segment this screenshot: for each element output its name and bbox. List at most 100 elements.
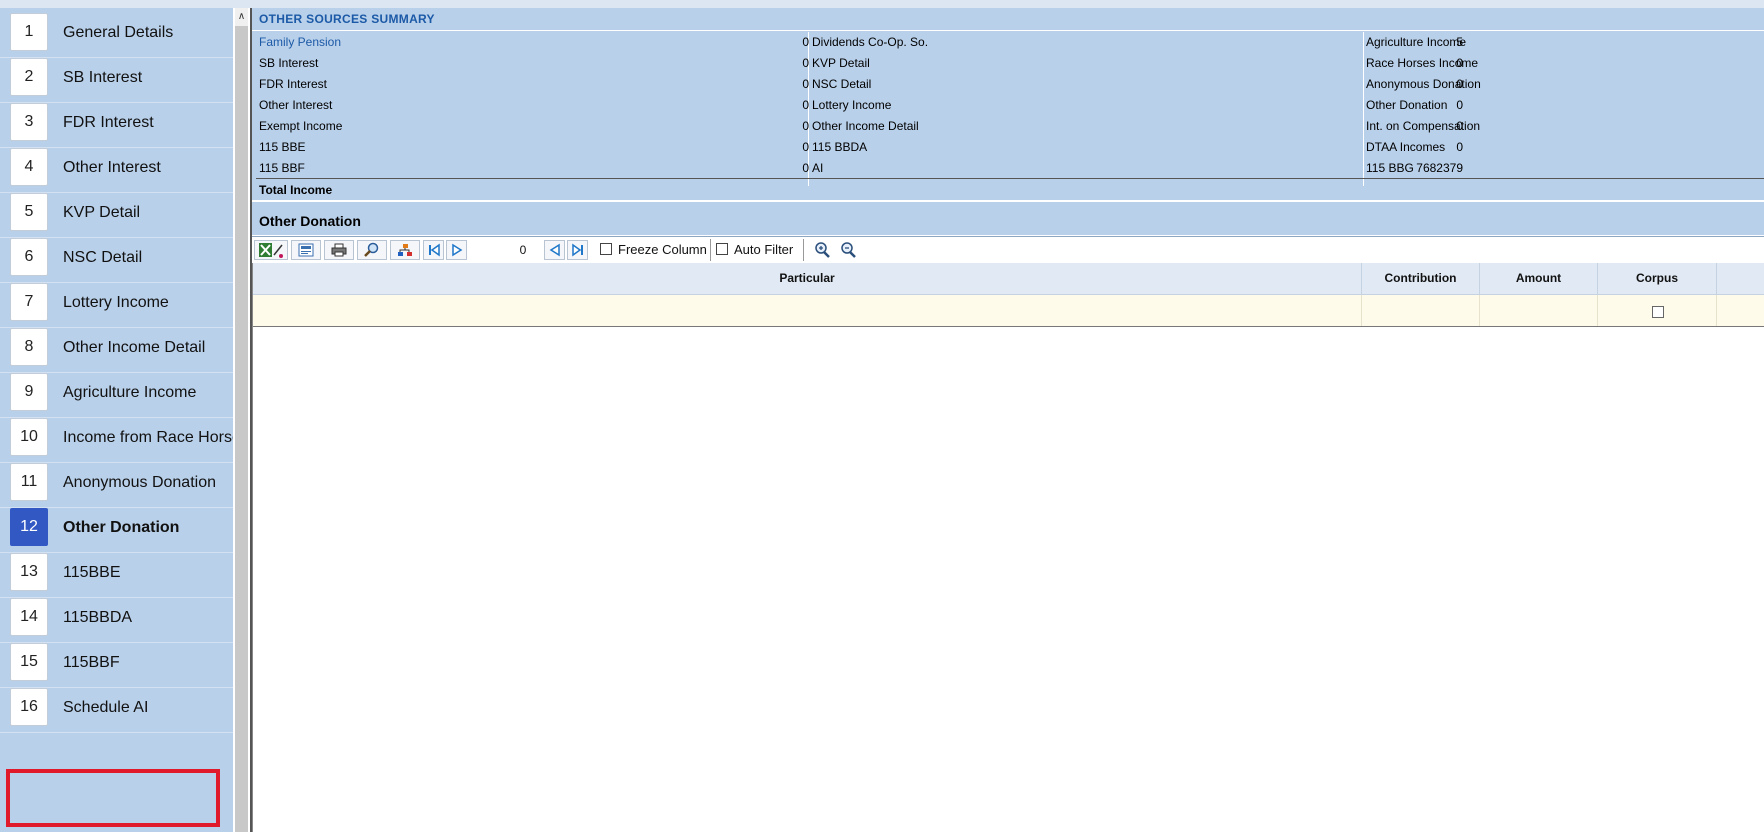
zoom-out-icon[interactable] xyxy=(837,240,859,260)
grid-header: Particular Contribution Amount Corpus xyxy=(253,263,1764,295)
cell-contribution[interactable] xyxy=(1362,295,1480,326)
scroll-up-icon[interactable]: ∧ xyxy=(235,8,248,26)
sidebar-item-number: 2 xyxy=(10,58,48,96)
sidebar-item-label: 115BBDA xyxy=(63,609,133,626)
sidebar: 1 General Details 2 SB Interest 3 FDR In… xyxy=(0,8,233,832)
donation-grid: Particular Contribution Amount Corpus xyxy=(252,263,1764,832)
sidebar-item-general-details[interactable]: 1 General Details xyxy=(0,8,233,58)
freeze-column-checkbox[interactable]: Freeze Column xyxy=(600,237,707,263)
divider xyxy=(256,178,1764,179)
sidebar-item-label: Other Interest xyxy=(63,159,161,176)
sidebar-item-number: 4 xyxy=(10,148,48,186)
sidebar-item-label: KVP Detail xyxy=(63,204,141,221)
summary-label: KVP Detail xyxy=(812,56,870,70)
toolbar-separator xyxy=(803,239,804,261)
first-record-icon[interactable] xyxy=(423,240,444,260)
summary-label: Other Interest xyxy=(259,98,333,112)
sidebar-item-label: Other Income Detail xyxy=(63,339,206,356)
xml-export-icon[interactable] xyxy=(291,240,321,260)
sidebar-item-number: 9 xyxy=(10,373,48,411)
summary-label: Int. on Compensation xyxy=(1366,119,1481,133)
summary-value: 0 xyxy=(802,35,809,49)
column-header-particular[interactable]: Particular xyxy=(253,263,1362,294)
sidebar-item-kvp-detail[interactable]: 5 KVP Detail xyxy=(0,188,233,238)
summary-label: Other Donation xyxy=(1366,98,1448,112)
highlight-box xyxy=(6,769,220,827)
sidebar-item-number: 5 xyxy=(10,193,48,231)
sidebar-item-number: 8 xyxy=(10,328,48,366)
summary-value: 0 xyxy=(802,140,809,154)
column-header-contribution[interactable]: Contribution xyxy=(1362,263,1480,294)
hierarchy-icon[interactable] xyxy=(390,240,420,260)
next-record-icon[interactable] xyxy=(446,240,467,260)
sidebar-item-other-interest[interactable]: 4 Other Interest xyxy=(0,143,233,193)
sidebar-item-fdr-interest[interactable]: 3 FDR Interest xyxy=(0,98,233,148)
sidebar-item-agriculture-income[interactable]: 9 Agriculture Income xyxy=(0,368,233,418)
table-row[interactable] xyxy=(253,295,1764,327)
cell-amount[interactable] xyxy=(1480,295,1598,326)
toolbar-separator xyxy=(710,239,711,261)
summary-label: FDR Interest xyxy=(259,77,328,91)
sidebar-item-number: 6 xyxy=(10,238,48,276)
other-sources-summary: OTHER SOURCES SUMMARY Family Pension 0 D… xyxy=(252,8,1764,201)
divider xyxy=(252,30,1764,31)
sidebar-item-label: SB Interest xyxy=(63,69,143,86)
sidebar-item-nsc-detail[interactable]: 6 NSC Detail xyxy=(0,233,233,283)
summary-value: 0 xyxy=(802,56,809,70)
auto-filter-checkbox[interactable]: Auto Filter xyxy=(716,237,793,263)
sidebar-item-schedule-ai[interactable]: 16 Schedule AI xyxy=(0,683,233,733)
sidebar-item-other-donation[interactable]: 12 Other Donation xyxy=(0,503,233,553)
excel-export-icon[interactable] xyxy=(254,240,288,260)
sidebar-item-number: 10 xyxy=(10,418,48,456)
total-income-label: Total Income xyxy=(259,183,333,197)
column-header-corpus[interactable]: Corpus xyxy=(1598,263,1717,294)
sidebar-item-number: 13 xyxy=(10,553,48,591)
print-icon[interactable] xyxy=(324,240,354,260)
window-top-strip xyxy=(0,0,1764,8)
find-icon[interactable] xyxy=(357,240,387,260)
summary-label: DTAA Incomes xyxy=(1366,140,1446,154)
sidebar-item-label: General Details xyxy=(63,24,174,41)
summary-label: SB Interest xyxy=(259,56,319,70)
sidebar-item-115bbe[interactable]: 13 115BBE xyxy=(0,548,233,598)
sidebar-item-115bbf[interactable]: 15 115BBF xyxy=(0,638,233,688)
sidebar-item-label: Agriculture Income xyxy=(63,384,197,401)
sidebar-item-label: Other Donation xyxy=(63,519,180,536)
sidebar-item-sb-interest[interactable]: 2 SB Interest xyxy=(0,53,233,103)
last-record-icon[interactable] xyxy=(567,240,588,260)
summary-label: 115 BBF xyxy=(259,161,305,175)
summary-value: 0 xyxy=(802,98,809,112)
summary-label: NSC Detail xyxy=(812,77,872,91)
sidebar-item-number: 14 xyxy=(10,598,48,636)
summary-label: 115 BBE xyxy=(259,140,306,154)
previous-record-icon[interactable] xyxy=(544,240,565,260)
summary-label: Anonymous Donation xyxy=(1366,77,1481,91)
summary-label: Other Income Detail xyxy=(812,119,919,133)
cell-particular[interactable] xyxy=(253,295,1362,326)
sidebar-item-other-income-detail[interactable]: 8 Other Income Detail xyxy=(0,323,233,373)
sidebar-item-number: 3 xyxy=(10,103,48,141)
checkbox-box xyxy=(716,243,728,255)
sidebar-item-label: Lottery Income xyxy=(63,294,169,311)
corpus-checkbox[interactable] xyxy=(1652,305,1664,318)
sidebar-item-race-horses[interactable]: 10 Income from Race Horses xyxy=(0,413,233,463)
sidebar-item-label: Schedule AI xyxy=(63,699,149,716)
sidebar-item-anonymous-donation[interactable]: 11 Anonymous Donation xyxy=(0,458,233,508)
sidebar-item-number: 12 xyxy=(10,508,48,546)
record-count: 0 xyxy=(519,243,527,257)
summary-title: OTHER SOURCES SUMMARY xyxy=(259,12,435,26)
sidebar-scrollbar[interactable]: ∧ xyxy=(235,8,248,832)
summary-label: 115 BBG xyxy=(1366,161,1414,175)
section-header: Other Donation xyxy=(252,202,1764,235)
summary-label: 115 BBDA xyxy=(812,140,868,154)
sidebar-item-lottery-income[interactable]: 7 Lottery Income xyxy=(0,278,233,328)
sidebar-item-number: 15 xyxy=(10,643,48,681)
summary-link-family-pension[interactable]: Family Pension xyxy=(259,32,341,53)
column-header-amount[interactable]: Amount xyxy=(1480,263,1598,294)
zoom-in-icon[interactable] xyxy=(811,240,833,260)
sidebar-item-115bbda[interactable]: 14 115BBDA xyxy=(0,593,233,643)
summary-label: Dividends Co-Op. So. xyxy=(812,35,929,49)
freeze-column-label: Freeze Column xyxy=(618,242,707,257)
grid-toolbar: 0 Freeze Column Auto Filter xyxy=(252,236,1764,264)
summary-label: Lottery Income xyxy=(812,98,892,112)
